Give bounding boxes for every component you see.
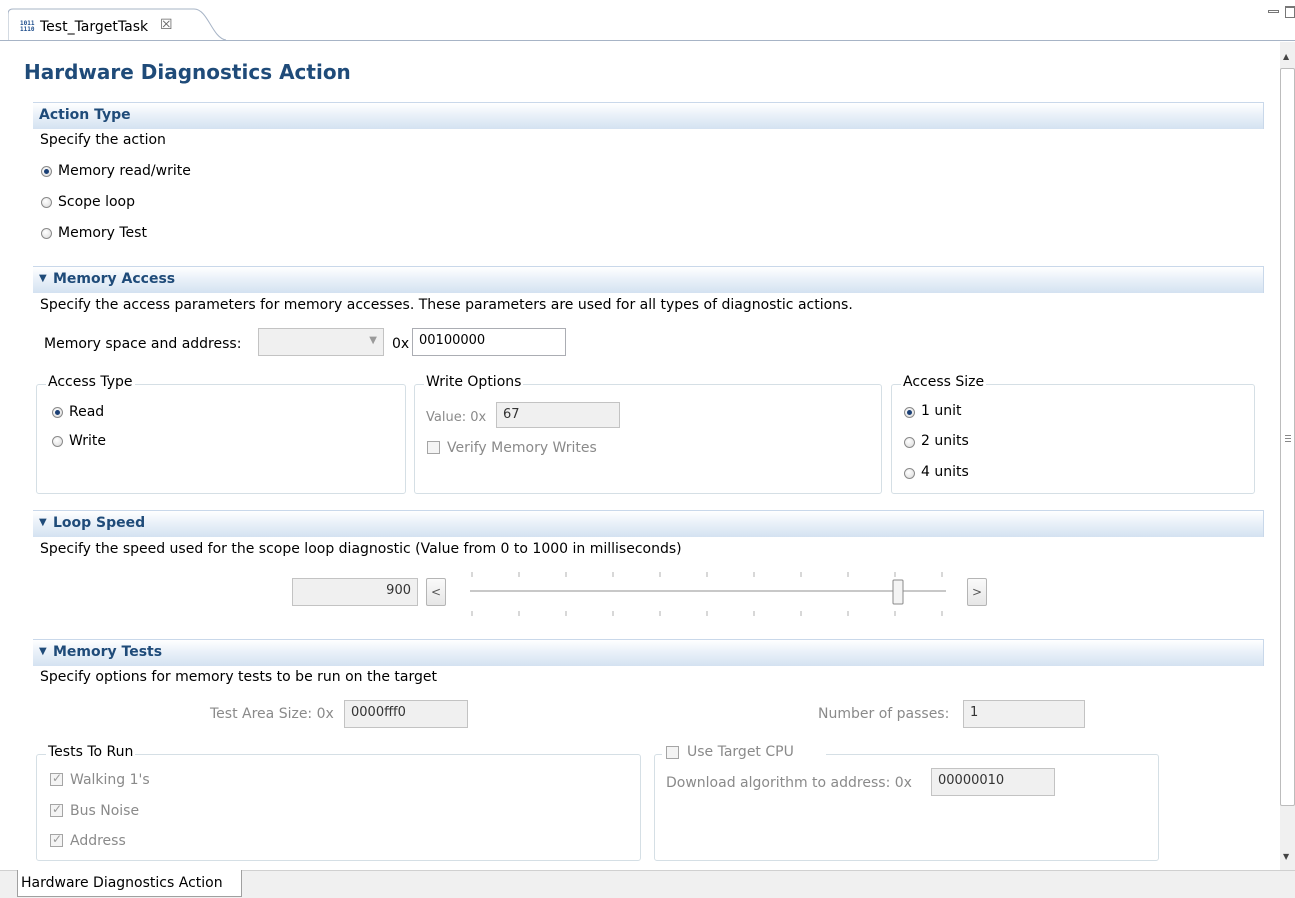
address-input[interactable]: 00100000 (412, 328, 566, 356)
checkbox-label: Address (70, 833, 126, 849)
radio-label: Memory read/write (58, 163, 191, 179)
radio-4-units[interactable] (904, 468, 915, 479)
check-icon: ✓ (52, 802, 63, 816)
memory-space-dropdown[interactable]: ▼ (258, 328, 384, 356)
address-label: Memory space and address: (44, 336, 242, 352)
use-target-cpu-checkbox[interactable] (666, 746, 679, 759)
memory-access-description: Specify the access parameters for memory… (40, 297, 853, 313)
address-checkbox[interactable]: ✓ (50, 832, 63, 847)
value-label: Value: 0x (426, 410, 487, 425)
section-header-loop-speed[interactable]: ▼ Loop Speed (33, 510, 1264, 537)
radio-label: Scope loop (58, 194, 136, 210)
slider-thumb (892, 579, 904, 605)
section-header-action-type: Action Type (33, 102, 1264, 129)
radio-2-units[interactable] (904, 437, 915, 448)
passes-input[interactable]: 1 (963, 700, 1085, 728)
memory-tests-description: Specify options for memory tests to be r… (40, 669, 437, 685)
checkbox-label: Use Target CPU (687, 744, 794, 760)
tab-test-targettask[interactable]: 1011 1110 Test_TargetTask ☒ (8, 8, 227, 41)
passes-label: Number of passes: (818, 706, 950, 722)
scroll-down-icon[interactable]: ▼ (1283, 852, 1289, 861)
section-title: Action Type (39, 107, 131, 123)
radio-read[interactable] (52, 407, 63, 418)
tab-hardware-diagnostics-action[interactable]: Hardware Diagnostics Action (17, 870, 242, 897)
checkbox-label: Bus Noise (70, 803, 140, 819)
section-title: Loop Speed (53, 515, 146, 531)
test-area-input[interactable]: 0000fff0 (344, 700, 468, 728)
group-title: Access Size (901, 374, 987, 390)
action-type-description: Specify the action (40, 132, 166, 148)
section-title: Memory Tests (53, 644, 163, 660)
loop-speed-description: Specify the speed used for the scope loo… (40, 541, 682, 557)
page-title: Hardware Diagnostics Action (24, 60, 351, 84)
section-header-memory-access[interactable]: ▼ Memory Access (33, 266, 1264, 293)
close-icon[interactable]: ☒ (160, 17, 173, 33)
radio-label: Write (69, 433, 106, 449)
radio-1-unit[interactable] (904, 407, 915, 418)
radio-label: 4 units (921, 464, 969, 480)
collapse-triangle-icon[interactable]: ▼ (39, 517, 47, 528)
group-title: Tests To Run (46, 744, 136, 760)
bus-noise-checkbox[interactable]: ✓ (50, 802, 63, 817)
hex-prefix: 0x (392, 336, 410, 352)
radio-scope-loop[interactable] (41, 197, 52, 208)
collapse-triangle-icon[interactable]: ▼ (39, 273, 47, 284)
slider-ticks (471, 572, 943, 616)
radio-label: Read (69, 404, 105, 420)
radio-write[interactable] (52, 436, 63, 447)
chevron-down-icon: ▼ (369, 335, 377, 346)
test-area-label: Test Area Size: 0x (210, 706, 334, 722)
radio-memory-read-write[interactable] (41, 166, 52, 177)
verify-writes-checkbox[interactable] (427, 441, 440, 454)
group-title: Write Options (424, 374, 524, 390)
scrollbar-thumb[interactable] (1280, 68, 1295, 806)
bottom-tab-label: Hardware Diagnostics Action (21, 875, 223, 891)
collapse-triangle-icon[interactable]: ▼ (39, 646, 47, 657)
scroll-up-icon[interactable]: ▲ (1283, 52, 1289, 61)
walking-ones-checkbox[interactable]: ✓ (50, 771, 63, 786)
loop-speed-value-input[interactable]: 900 (292, 578, 418, 606)
section-header-memory-tests[interactable]: ▼ Memory Tests (33, 639, 1264, 666)
checkbox-label: Verify Memory Writes (447, 440, 597, 456)
binary-file-icon: 1011 1110 (20, 20, 35, 33)
check-icon: ✓ (52, 771, 63, 785)
tab-title: Test_TargetTask (40, 19, 149, 35)
target-cpu-group (654, 754, 1159, 861)
increment-button[interactable]: > (967, 578, 987, 606)
maximize-icon[interactable] (1285, 4, 1295, 18)
radio-label: 2 units (921, 433, 969, 449)
loop-speed-slider[interactable] (458, 568, 958, 620)
write-value-input[interactable]: 67 (496, 402, 620, 428)
section-title: Memory Access (53, 271, 176, 287)
download-address-label: Download algorithm to address: 0x (666, 775, 912, 791)
checkbox-label: Walking 1's (70, 772, 150, 788)
write-options-group (414, 384, 882, 494)
check-icon: ✓ (52, 832, 63, 846)
download-address-input[interactable]: 00000010 (931, 768, 1055, 796)
radio-label: Memory Test (58, 225, 147, 241)
radio-label: 1 unit (921, 403, 962, 419)
radio-memory-test[interactable] (41, 228, 52, 239)
minimize-icon[interactable] (1268, 7, 1282, 17)
group-title: Access Type (46, 374, 135, 390)
decrement-button[interactable]: < (426, 578, 446, 606)
